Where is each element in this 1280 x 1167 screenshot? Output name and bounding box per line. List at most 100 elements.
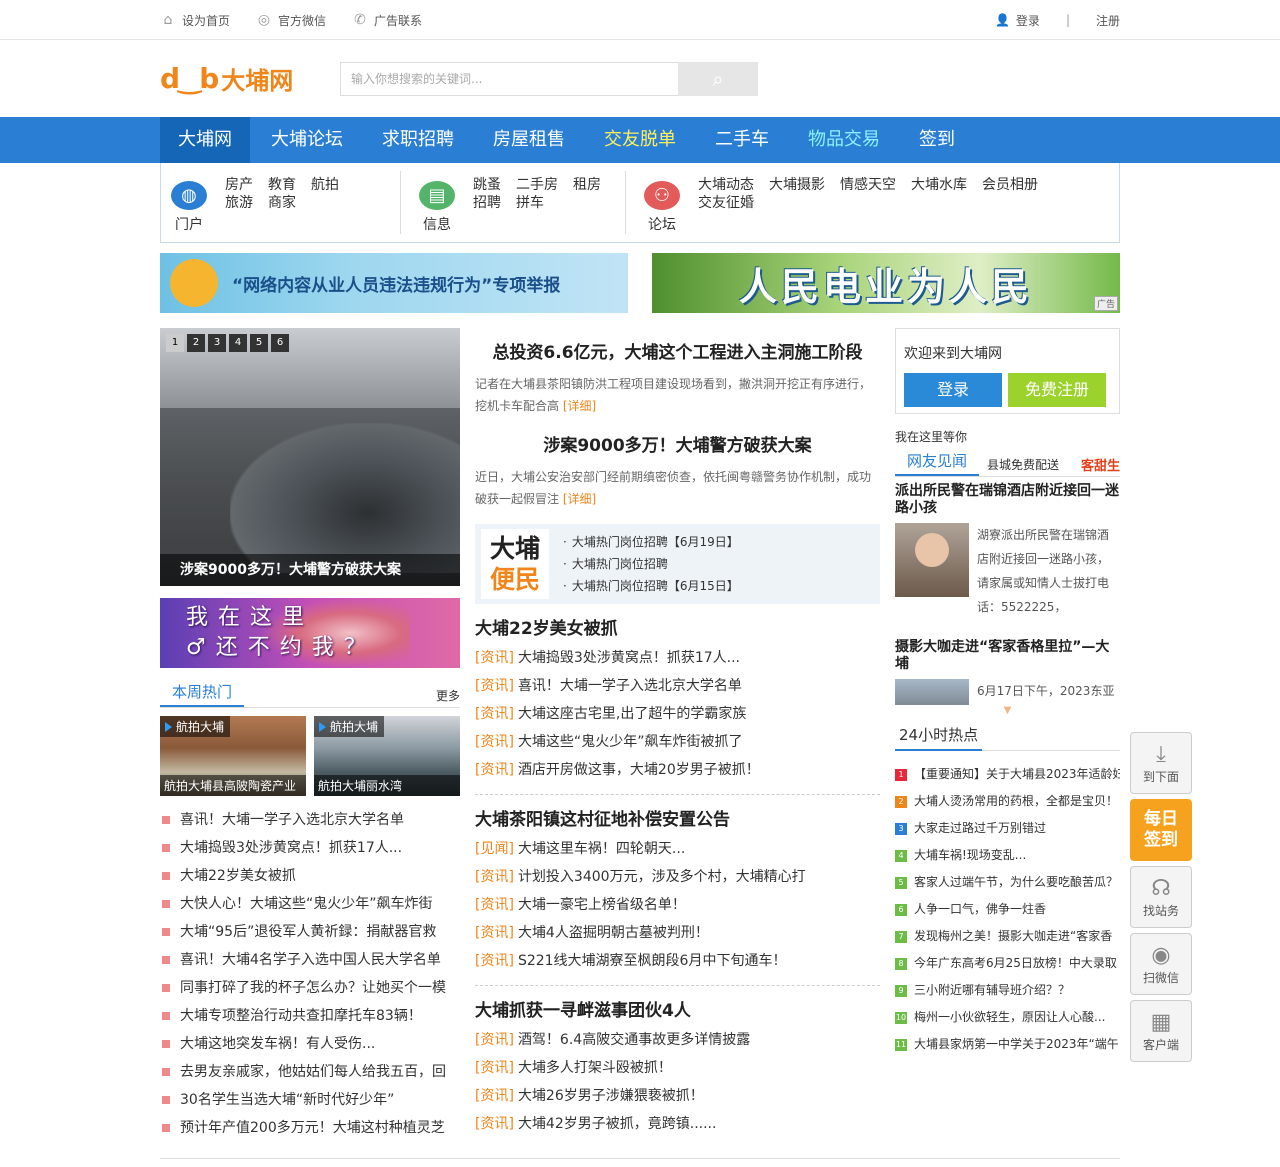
list-item[interactable]: [资讯] 大埔一豪宅上榜省级名单！	[475, 891, 880, 919]
subnav-link[interactable]: 会员相册	[982, 171, 1038, 199]
detail-link[interactable]: [详细]	[563, 492, 596, 506]
list-item[interactable]: 10 梅州一小伙欲轻生，原因让人心酸...	[895, 1004, 1120, 1031]
dating-ad[interactable]: 我在这里 ♂还不约我？	[160, 598, 460, 668]
list-item[interactable]: 同事打碎了我的杯子怎么办？让她买个一模	[160, 974, 460, 1002]
slider-dot[interactable]: 5	[250, 334, 268, 352]
list-item[interactable]: 大埔22岁美女被抓	[160, 862, 460, 890]
search-button[interactable]: ⌕	[678, 61, 758, 96]
list-item[interactable]: 4 大埔车祸!现场变乱...	[895, 842, 1120, 869]
slider-dot[interactable]: 3	[208, 334, 226, 352]
wechat-button[interactable]: ◉ 扫微信	[1130, 933, 1192, 995]
more-link[interactable]: 更多	[436, 685, 460, 707]
list-item[interactable]: 大埔“95后”退役军人黄祈録：捐献器官救	[160, 918, 460, 946]
list-item[interactable]: 大埔热门岗位招聘【6月15日】	[563, 575, 739, 597]
slider-dot[interactable]: 2	[187, 334, 205, 352]
lead-title[interactable]: 涉案9000多万！大埔警方破获大案	[475, 431, 880, 456]
list-item[interactable]: 喜讯！大埔4名学子入选中国人民大学名单	[160, 946, 460, 974]
news-title[interactable]: 摄影大咖走进“客家香格里拉”—大埔	[895, 639, 1120, 673]
scroll-down-arrow-icon[interactable]: ▼	[895, 705, 1120, 717]
list-item[interactable]: 去男友亲戚家，他姑姑们每人给我五百，回	[160, 1058, 460, 1086]
block-title[interactable]: 大埔茶阳镇这村征地补偿安置公告	[475, 809, 880, 831]
subnav-link[interactable]: 租房	[573, 171, 601, 199]
list-item[interactable]: 30名学生当选大埔“新时代好少年”	[160, 1086, 460, 1114]
list-item[interactable]: 大埔捣毁3处涉黄窝点！抓获17人...	[160, 834, 460, 862]
nav-item-signin[interactable]: 签到	[901, 117, 973, 163]
daily-signin-button[interactable]: 每日签到	[1130, 799, 1192, 861]
list-item[interactable]: 5 客家人过端午节，为什么要吃酿苦瓜？	[895, 869, 1120, 896]
nav-item-jobs[interactable]: 求职招聘	[364, 117, 472, 163]
headline-slider[interactable]: 1 2 3 4 5 6 涉案9000多万！大埔警方破获大案	[160, 328, 460, 586]
list-item[interactable]: 11 大埔县家炳第一中学关于2023年“端午	[895, 1031, 1120, 1058]
slider-dot[interactable]: 6	[271, 334, 289, 352]
power-banner[interactable]: 人民电业为人民 广告	[652, 253, 1120, 313]
subnav-link[interactable]: 招聘	[473, 189, 501, 217]
list-item[interactable]: [资讯] 大埔这些“鬼火少年”飙车炸街被抓了	[475, 728, 880, 756]
register-button[interactable]: 免费注册	[1008, 373, 1106, 407]
subnav-link[interactable]: 大埔摄影	[769, 171, 825, 199]
lead-title[interactable]: 总投资6.6亿元，大埔这个工程进入主洞施工阶段	[475, 338, 880, 363]
list-item[interactable]: 大埔热门岗位招聘【6月19日】	[563, 531, 739, 553]
list-item[interactable]: [资讯] S221线大埔湖寮至枫朗段6月中下旬通车！	[475, 947, 880, 975]
list-item[interactable]: [资讯] 喜讯！大埔一学子入选北京大学名单	[475, 672, 880, 700]
register-link[interactable]: 注册	[1096, 12, 1120, 29]
login-link[interactable]: 登录	[1016, 12, 1040, 29]
scroll-bottom-button[interactable]: ⤓ 到下面	[1130, 732, 1192, 794]
subnav-link[interactable]: 旅游	[225, 189, 253, 217]
list-item[interactable]: 6 人争一口气，佛争一炷香	[895, 896, 1120, 923]
list-item[interactable]: 1 【重要通知】关于大埔县2023年适龄妇	[895, 761, 1120, 788]
subnav-link[interactable]: 大埔水库	[911, 171, 967, 199]
block-title[interactable]: 大埔抓获一寻衅滋事团伙4人	[475, 1000, 880, 1022]
subnav-link[interactable]: 拼车	[516, 189, 544, 217]
block-title[interactable]: 大埔22岁美女被抓	[475, 618, 880, 640]
list-item[interactable]: 2 大埔人烫汤常用的药根，全都是宝贝！	[895, 788, 1120, 815]
list-item[interactable]: 7 发现梅州之美！摄影大咖走进“客家香	[895, 923, 1120, 950]
site-logo[interactable]: d‿b 大埔网	[160, 59, 340, 99]
subnav-link[interactable]: 情感天空	[840, 171, 896, 199]
list-item[interactable]: [资讯] 大埔这座古宅里,出了超牛的学霸家族	[475, 700, 880, 728]
list-item[interactable]: [资讯] 酒店开房做这事，大埔20岁男子被抓！	[475, 756, 880, 784]
list-item[interactable]: 喜讯！大埔一学子入选北京大学名单	[160, 806, 460, 834]
nav-item-housing[interactable]: 房屋租售	[475, 117, 583, 163]
subnav-link[interactable]: 航拍	[311, 171, 339, 199]
list-item[interactable]: [资讯] 大埔42岁男子被抓，竟跨镇......	[475, 1110, 880, 1138]
nav-item-home[interactable]: 大埔网	[160, 117, 250, 163]
list-item[interactable]: 大埔热门岗位招聘	[563, 553, 739, 575]
list-item[interactable]: 大快人心！大埔这些“鬼火少年”飙车炸街	[160, 890, 460, 918]
slider-dot[interactable]: 4	[229, 334, 247, 352]
ad-contact-link[interactable]: ✆ 广告联系	[352, 12, 422, 29]
wechat-link[interactable]: ◎ 官方微信	[256, 12, 326, 29]
list-item[interactable]: 8 今年广东高考6月25日放榜！中大录取	[895, 950, 1120, 977]
support-button[interactable]: ☊ 找站务	[1130, 866, 1192, 928]
list-item[interactable]: 3 大家走过路过千万别错过	[895, 815, 1120, 842]
list-item[interactable]: 9 三小附近哪有辅导班介绍？？	[895, 977, 1120, 1004]
app-button[interactable]: ▦ 客户端	[1130, 1000, 1192, 1062]
thumb-card[interactable]: 航拍大埔 航拍大埔县高陂陶瓷产业	[160, 716, 306, 796]
nav-item-trade[interactable]: 物品交易	[790, 117, 898, 163]
list-item[interactable]: [资讯] 大埔多人打架斗殴被抓！	[475, 1054, 880, 1082]
nav-item-forum[interactable]: 大埔论坛	[253, 117, 361, 163]
tab-delivery[interactable]: 县城免费配送	[987, 454, 1059, 476]
list-item[interactable]: 大埔这地突发车祸！有人受伤...	[160, 1030, 460, 1058]
list-item[interactable]: 大埔专项整治行动共查扣摩托车83辆！	[160, 1002, 460, 1030]
set-home-link[interactable]: ⌂ 设为首页	[160, 12, 230, 29]
login-button[interactable]: 登录	[904, 373, 1002, 407]
news-title[interactable]: 派出所民警在瑞锦酒店附近接回一迷路小孩	[895, 483, 1120, 517]
nav-item-dating[interactable]: 交友脱单	[586, 117, 694, 163]
report-banner[interactable]: “网络内容从业人员违法违规行为”专项举报	[160, 253, 628, 313]
subnav-link[interactable]: 交友征婚	[698, 189, 754, 217]
news-photo[interactable]	[895, 679, 969, 705]
list-item[interactable]: [资讯] 大埔4人盗掘明朝古墓被判刑！	[475, 919, 880, 947]
nav-item-used-cars[interactable]: 二手车	[697, 117, 787, 163]
subnav-link[interactable]: 商家	[268, 189, 296, 217]
thumb-card[interactable]: 航拍大埔 航拍大埔丽水湾	[314, 716, 460, 796]
list-item[interactable]: [资讯] 大埔捣毁3处涉黄窝点！抓获17人...	[475, 644, 880, 672]
list-item[interactable]: 预计年产值200多万元！大埔这村种植灵芝	[160, 1114, 460, 1142]
detail-link[interactable]: [详细]	[563, 399, 596, 413]
list-item[interactable]: [资讯] 酒驾！6.4高陂交通事故更多详情披露	[475, 1026, 880, 1054]
search-input[interactable]: 输入你想搜索的关键词...	[340, 61, 678, 96]
news-photo[interactable]	[895, 523, 969, 597]
slider-dot[interactable]: 1	[166, 334, 184, 352]
tab-netizen[interactable]: 网友见闻	[895, 450, 980, 476]
list-item[interactable]: [见闻] 大埔这里车祸！四轮朝天...	[475, 835, 880, 863]
list-item[interactable]: [资讯] 大埔26岁男子涉嫌猥亵被抓！	[475, 1082, 880, 1110]
